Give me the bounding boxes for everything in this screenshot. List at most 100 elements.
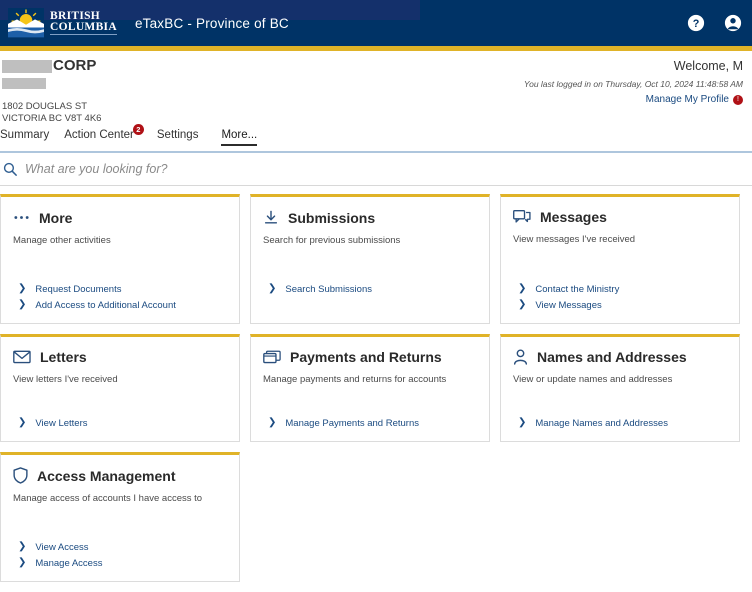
link-add-access-additional-account[interactable]: ❯ Add Access to Additional Account (13, 297, 227, 313)
shield-icon (13, 467, 28, 484)
link-contact-the-ministry-label: Contact the Ministry (535, 283, 620, 295)
manage-profile-link[interactable]: Manage My Profile (646, 94, 729, 105)
card-messages-subtitle: View messages I've received (513, 234, 636, 245)
search-icon (3, 162, 17, 176)
card-access-management[interactable]: Access Management Manage access of accou… (0, 452, 240, 582)
tab-summary-label: Summary (0, 129, 50, 141)
card-more[interactable]: More Manage other activities ❯ Request D… (0, 194, 240, 324)
account-name-row: CORP (2, 57, 101, 74)
header-icon-group: ? (687, 0, 742, 46)
chevron-right-icon: ❯ (18, 417, 27, 428)
envelope-icon (13, 350, 31, 364)
card-letters-title: Letters (40, 349, 87, 365)
chevron-right-icon: ❯ (518, 299, 527, 310)
card-submissions-subtitle: Search for previous submissions (263, 235, 401, 246)
tab-more[interactable]: More... (221, 129, 269, 146)
link-view-messages[interactable]: ❯ View Messages (513, 297, 727, 313)
card-stack-icon (263, 350, 281, 363)
card-access-links: ❯ View Access ❯ Manage Access (13, 539, 227, 571)
chevron-right-icon: ❯ (518, 283, 527, 294)
card-names-subtitle: View or update names and addresses (513, 374, 673, 385)
tab-action-center[interactable]: Action Center 2 (64, 124, 146, 146)
card-letters-subtitle: View letters I've received (13, 374, 118, 385)
card-messages-title: Messages (540, 209, 607, 225)
link-view-messages-label: View Messages (535, 299, 602, 311)
card-payments-subtitle: Manage payments and returns for accounts (263, 374, 447, 385)
svg-text:?: ? (693, 18, 700, 30)
card-more-head: More (13, 209, 227, 226)
action-center-badge: 2 (132, 124, 144, 135)
tab-action-center-label: Action Center (64, 129, 134, 141)
link-search-submissions[interactable]: ❯ Search Submissions (263, 281, 477, 297)
chevron-right-icon: ❯ (268, 417, 277, 428)
account-band: CORP 1802 DOUGLAS ST VICTORIA BC V8T 4K6… (0, 51, 752, 129)
person-icon (513, 349, 528, 365)
link-view-access[interactable]: ❯ View Access (13, 539, 227, 555)
card-more-links: ❯ Request Documents ❯ Add Access to Addi… (13, 281, 227, 313)
card-names-links: ❯ Manage Names and Addresses (513, 415, 727, 431)
link-request-documents-label: Request Documents (35, 283, 122, 295)
help-circle-icon[interactable]: ? (687, 14, 705, 32)
account-address-line-2: VICTORIA BC V8T 4K6 (2, 113, 102, 124)
card-access-head: Access Management (13, 467, 227, 484)
chevron-right-icon: ❯ (18, 557, 27, 568)
card-payments-links: ❯ Manage Payments and Returns (263, 415, 477, 431)
tab-settings-label: Settings (156, 129, 199, 141)
link-view-letters[interactable]: ❯ View Letters (13, 415, 227, 431)
chevron-right-icon: ❯ (18, 541, 27, 552)
card-letters[interactable]: Letters View letters I've received ❯ Vie… (0, 334, 240, 442)
link-manage-names-and-addresses[interactable]: ❯ Manage Names and Addresses (513, 415, 727, 431)
card-names-head: Names and Addresses (513, 349, 727, 365)
account-welcome-group: Welcome, M You last logged in on Thursda… (524, 59, 743, 105)
link-contact-the-ministry[interactable]: ❯ Contact the Ministry (513, 281, 727, 297)
chevron-right-icon: ❯ (268, 283, 277, 294)
feature-card-grid: More Manage other activities ❯ Request D… (0, 186, 752, 582)
link-manage-names-and-addresses-label: Manage Names and Addresses (535, 417, 668, 429)
card-letters-head: Letters (13, 349, 227, 365)
card-submissions-links: ❯ Search Submissions (263, 281, 477, 313)
ellipsis-icon (14, 216, 29, 219)
last-login-text: You last logged in on Thursday, Oct 10, … (523, 79, 743, 89)
account-address-line-1: 1802 DOUGLAS ST (2, 101, 88, 112)
search-input[interactable] (25, 162, 625, 176)
tab-more-label: More... (221, 129, 258, 141)
link-manage-access[interactable]: ❯ Manage Access (13, 555, 227, 571)
logo-line-2: COLUMBIA (50, 21, 117, 35)
redacted-secondary-block (2, 78, 46, 89)
card-more-title: More (39, 209, 73, 226)
card-submissions[interactable]: Submissions Search for previous submissi… (250, 194, 490, 324)
profile-alert-badge: ! (733, 94, 743, 105)
main-tab-bar: Summary Action Center 2 Settings More... (0, 124, 752, 151)
tab-summary[interactable]: Summary (0, 129, 53, 146)
link-view-letters-label: View Letters (35, 417, 88, 429)
tab-settings[interactable]: Settings (157, 129, 211, 146)
welcome-message: Welcome, M (673, 59, 743, 73)
card-submissions-title: Submissions (288, 209, 376, 226)
link-request-documents[interactable]: ❯ Request Documents (13, 281, 227, 297)
account-corp-label: CORP (53, 57, 97, 74)
account-identity: CORP 1802 DOUGLAS ST VICTORIA BC V8T 4K6 (2, 57, 102, 125)
card-access-title: Access Management (37, 467, 176, 484)
card-payments-title: Payments and Returns (290, 349, 442, 365)
card-messages[interactable]: Messages View messages I've received ❯ C… (500, 194, 740, 324)
card-more-subtitle: Manage other activities (13, 235, 111, 246)
manage-profile-row[interactable]: Manage My Profile ! (524, 94, 743, 105)
chevron-right-icon: ❯ (18, 299, 27, 310)
bc-logo[interactable]: BRITISH COLUMBIA (8, 8, 117, 38)
chevron-right-icon: ❯ (18, 283, 27, 294)
global-search-bar[interactable] (0, 153, 752, 186)
chat-bubbles-icon (513, 210, 531, 223)
chevron-right-icon: ❯ (518, 417, 527, 428)
user-circle-icon[interactable] (724, 14, 742, 32)
card-messages-links: ❯ Contact the Ministry ❯ View Messages (513, 281, 727, 313)
link-manage-payments-and-returns[interactable]: ❯ Manage Payments and Returns (263, 415, 477, 431)
card-payments-head: Payments and Returns (263, 349, 477, 365)
card-letters-links: ❯ View Letters (13, 415, 227, 431)
card-payments-and-returns[interactable]: Payments and Returns Manage payments and… (250, 334, 490, 442)
link-view-access-label: View Access (35, 541, 89, 553)
card-submissions-head: Submissions (263, 209, 477, 226)
redacted-name-block (2, 60, 52, 73)
app-header: BRITISH COLUMBIA eTaxBC - Province of BC… (0, 0, 752, 46)
card-messages-head: Messages (513, 209, 727, 225)
card-names-and-addresses[interactable]: Names and Addresses View or update names… (500, 334, 740, 442)
